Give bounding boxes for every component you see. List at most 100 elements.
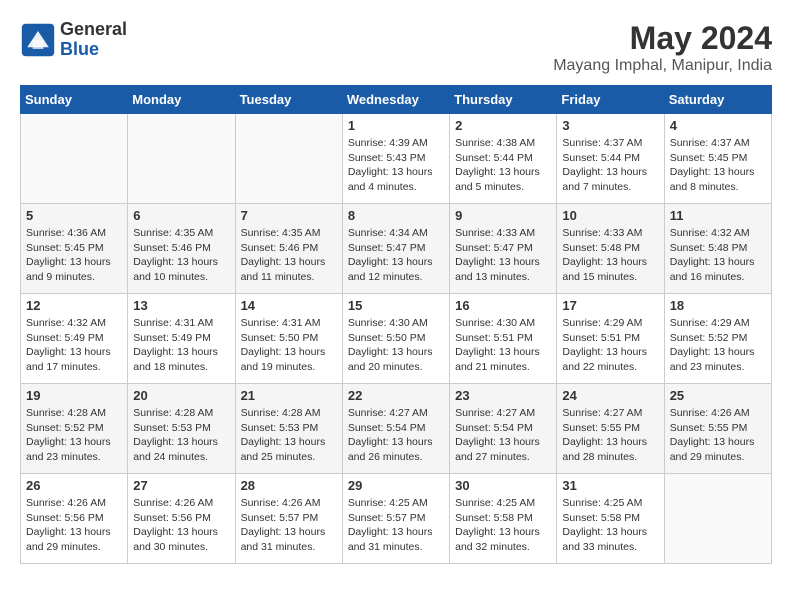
calendar-cell: 30 Sunrise: 4:25 AMSunset: 5:58 PMDayligh… xyxy=(450,474,557,564)
day-number: 30 xyxy=(455,478,551,493)
week-row-3: 12 Sunrise: 4:32 AMSunset: 5:49 PMDayligh… xyxy=(21,294,772,384)
day-number: 17 xyxy=(562,298,658,313)
day-info: Sunrise: 4:35 AMSunset: 5:46 PMDaylight:… xyxy=(241,226,337,285)
calendar-cell: 2 Sunrise: 4:38 AMSunset: 5:44 PMDaylight… xyxy=(450,114,557,204)
subtitle: Mayang Imphal, Manipur, India xyxy=(553,57,772,75)
calendar-cell: 21Sunrise: 4:28 AMSunset: 5:53 PMDayligh… xyxy=(235,384,342,474)
day-number: 3 xyxy=(562,118,658,133)
weekday-header: SundayMondayTuesdayWednesdayThursdayFrid… xyxy=(21,86,772,114)
weekday-tuesday: Tuesday xyxy=(235,86,342,114)
calendar-cell: 11Sunrise: 4:32 AMSunset: 5:48 PMDayligh… xyxy=(664,204,771,294)
day-number: 28 xyxy=(241,478,337,493)
weekday-saturday: Saturday xyxy=(664,86,771,114)
calendar-cell: 23 Sunrise: 4:27 AMSunset: 5:54 PMDayligh… xyxy=(450,384,557,474)
day-number: 20 xyxy=(133,388,229,403)
logo: General Blue xyxy=(20,20,127,60)
day-number: 18 xyxy=(670,298,766,313)
day-number: 11 xyxy=(670,208,766,223)
day-info: Sunrise: 4:26 AMSunset: 5:56 PMDaylight:… xyxy=(26,496,122,555)
day-info: Sunrise: 4:27 AMSunset: 5:54 PMDaylight:… xyxy=(348,406,444,465)
calendar-cell: 10 Sunrise: 4:33 AMSunset: 5:48 PMDayligh… xyxy=(557,204,664,294)
calendar-cell: 1 Sunrise: 4:39 AMSunset: 5:43 PMDaylight… xyxy=(342,114,449,204)
day-number: 29 xyxy=(348,478,444,493)
day-number: 13 xyxy=(133,298,229,313)
day-info: Sunrise: 4:26 AMSunset: 5:55 PMDaylight:… xyxy=(670,406,766,465)
calendar-cell: 22Sunrise: 4:27 AMSunset: 5:54 PMDayligh… xyxy=(342,384,449,474)
calendar-cell: 5 Sunrise: 4:36 AMSunset: 5:45 PMDaylight… xyxy=(21,204,128,294)
day-number: 24 xyxy=(562,388,658,403)
day-number: 8 xyxy=(348,208,444,223)
day-number: 6 xyxy=(133,208,229,223)
day-number: 2 xyxy=(455,118,551,133)
calendar-cell: 15 Sunrise: 4:30 AMSunset: 5:50 PMDayligh… xyxy=(342,294,449,384)
calendar-cell: 20 Sunrise: 4:28 AMSunset: 5:53 PMDayligh… xyxy=(128,384,235,474)
day-info: Sunrise: 4:31 AMSunset: 5:50 PMDaylight:… xyxy=(241,316,337,375)
day-info: Sunrise: 4:36 AMSunset: 5:45 PMDaylight:… xyxy=(26,226,122,285)
day-info: Sunrise: 4:37 AMSunset: 5:45 PMDaylight:… xyxy=(670,136,766,195)
weekday-wednesday: Wednesday xyxy=(342,86,449,114)
title-area: May 2024 Mayang Imphal, Manipur, India xyxy=(553,20,772,75)
day-info: Sunrise: 4:27 AMSunset: 5:54 PMDaylight:… xyxy=(455,406,551,465)
day-info: Sunrise: 4:28 AMSunset: 5:52 PMDaylight:… xyxy=(26,406,122,465)
calendar-cell: 26 Sunrise: 4:26 AMSunset: 5:56 PMDayligh… xyxy=(21,474,128,564)
day-info: Sunrise: 4:32 AMSunset: 5:49 PMDaylight:… xyxy=(26,316,122,375)
calendar-cell: 6 Sunrise: 4:35 AMSunset: 5:46 PMDaylight… xyxy=(128,204,235,294)
day-info: Sunrise: 4:25 AMSunset: 5:57 PMDaylight:… xyxy=(348,496,444,555)
day-info: Sunrise: 4:28 AMSunset: 5:53 PMDaylight:… xyxy=(133,406,229,465)
calendar: SundayMondayTuesdayWednesdayThursdayFrid… xyxy=(20,85,772,564)
day-info: Sunrise: 4:33 AMSunset: 5:48 PMDaylight:… xyxy=(562,226,658,285)
calendar-cell: 13 Sunrise: 4:31 AMSunset: 5:49 PMDayligh… xyxy=(128,294,235,384)
day-number: 27 xyxy=(133,478,229,493)
day-number: 1 xyxy=(348,118,444,133)
day-info: Sunrise: 4:29 AMSunset: 5:52 PMDaylight:… xyxy=(670,316,766,375)
day-info: Sunrise: 4:26 AMSunset: 5:56 PMDaylight:… xyxy=(133,496,229,555)
day-info: Sunrise: 4:39 AMSunset: 5:43 PMDaylight:… xyxy=(348,136,444,195)
day-number: 5 xyxy=(26,208,122,223)
calendar-cell: 14 Sunrise: 4:31 AMSunset: 5:50 PMDayligh… xyxy=(235,294,342,384)
week-row-1: 1 Sunrise: 4:39 AMSunset: 5:43 PMDaylight… xyxy=(21,114,772,204)
calendar-cell: 3 Sunrise: 4:37 AMSunset: 5:44 PMDaylight… xyxy=(557,114,664,204)
calendar-cell: 16Sunrise: 4:30 AMSunset: 5:51 PMDayligh… xyxy=(450,294,557,384)
day-number: 4 xyxy=(670,118,766,133)
day-number: 14 xyxy=(241,298,337,313)
calendar-cell: 27 Sunrise: 4:26 AMSunset: 5:56 PMDayligh… xyxy=(128,474,235,564)
day-info: Sunrise: 4:29 AMSunset: 5:51 PMDaylight:… xyxy=(562,316,658,375)
weekday-thursday: Thursday xyxy=(450,86,557,114)
header: General Blue May 2024 Mayang Imphal, Man… xyxy=(20,20,772,75)
weekday-sunday: Sunday xyxy=(21,86,128,114)
calendar-cell: 4 Sunrise: 4:37 AMSunset: 5:45 PMDaylight… xyxy=(664,114,771,204)
logo-icon xyxy=(20,22,56,58)
week-row-4: 19 Sunrise: 4:28 AMSunset: 5:52 PMDayligh… xyxy=(21,384,772,474)
calendar-cell: 17 Sunrise: 4:29 AMSunset: 5:51 PMDayligh… xyxy=(557,294,664,384)
day-info: Sunrise: 4:30 AMSunset: 5:51 PMDaylight:… xyxy=(455,316,551,375)
calendar-cell: 19 Sunrise: 4:28 AMSunset: 5:52 PMDayligh… xyxy=(21,384,128,474)
day-number: 19 xyxy=(26,388,122,403)
day-info: Sunrise: 4:31 AMSunset: 5:49 PMDaylight:… xyxy=(133,316,229,375)
calendar-cell xyxy=(235,114,342,204)
day-info: Sunrise: 4:33 AMSunset: 5:47 PMDaylight:… xyxy=(455,226,551,285)
calendar-cell: 29 Sunrise: 4:25 AMSunset: 5:57 PMDayligh… xyxy=(342,474,449,564)
day-number: 23 xyxy=(455,388,551,403)
day-number: 7 xyxy=(241,208,337,223)
day-info: Sunrise: 4:30 AMSunset: 5:50 PMDaylight:… xyxy=(348,316,444,375)
day-info: Sunrise: 4:26 AMSunset: 5:57 PMDaylight:… xyxy=(241,496,337,555)
day-number: 15 xyxy=(348,298,444,313)
day-info: Sunrise: 4:28 AMSunset: 5:53 PMDaylight:… xyxy=(241,406,337,465)
day-number: 10 xyxy=(562,208,658,223)
day-info: Sunrise: 4:34 AMSunset: 5:47 PMDaylight:… xyxy=(348,226,444,285)
logo-text: General Blue xyxy=(60,20,127,60)
day-info: Sunrise: 4:35 AMSunset: 5:46 PMDaylight:… xyxy=(133,226,229,285)
day-number: 9 xyxy=(455,208,551,223)
calendar-body: 1 Sunrise: 4:39 AMSunset: 5:43 PMDaylight… xyxy=(21,114,772,564)
day-number: 12 xyxy=(26,298,122,313)
day-info: Sunrise: 4:37 AMSunset: 5:44 PMDaylight:… xyxy=(562,136,658,195)
calendar-cell: 24 Sunrise: 4:27 AMSunset: 5:55 PMDayligh… xyxy=(557,384,664,474)
day-number: 26 xyxy=(26,478,122,493)
calendar-cell xyxy=(664,474,771,564)
day-info: Sunrise: 4:38 AMSunset: 5:44 PMDaylight:… xyxy=(455,136,551,195)
weekday-monday: Monday xyxy=(128,86,235,114)
calendar-cell: 28 Sunrise: 4:26 AMSunset: 5:57 PMDayligh… xyxy=(235,474,342,564)
day-info: Sunrise: 4:25 AMSunset: 5:58 PMDaylight:… xyxy=(455,496,551,555)
day-number: 25 xyxy=(670,388,766,403)
day-info: Sunrise: 4:27 AMSunset: 5:55 PMDaylight:… xyxy=(562,406,658,465)
